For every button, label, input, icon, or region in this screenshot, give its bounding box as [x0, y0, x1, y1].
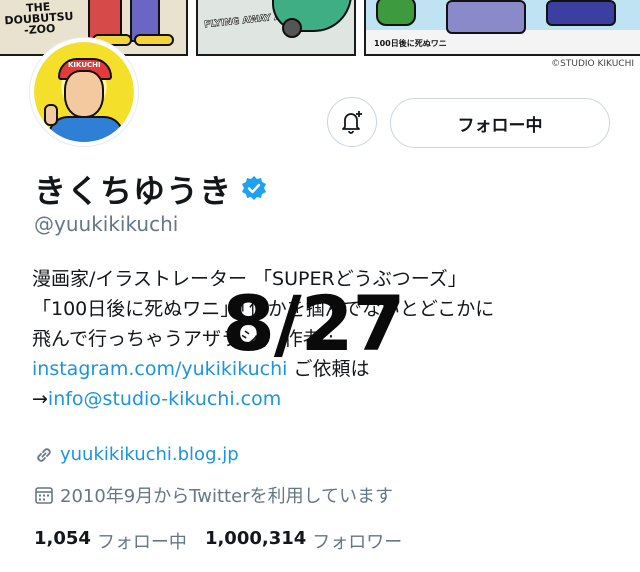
overlay-date-text: 8/27 [222, 279, 405, 368]
profile-handle: @yuukikikuchi [34, 212, 179, 236]
banner-panel-title: 100日後に死ぬワニ [374, 39, 447, 48]
avatar-cap-text: KIKUCHI [68, 61, 101, 69]
avatar-hand [44, 104, 58, 126]
followers-count: 1,000,314 [204, 528, 307, 549]
following-label: フォロー中 [96, 532, 187, 553]
avatar-shirt [48, 116, 124, 142]
avatar-face [64, 70, 104, 118]
calendar-icon [35, 487, 53, 504]
joined-text: 2010年9月からTwitterを利用しています [60, 486, 394, 507]
verified-badge-icon [242, 176, 267, 200]
email-link[interactable]: info@studio-kikuchi.com [48, 388, 281, 410]
illustration-crocodile [376, 0, 416, 26]
banner-panel-wani: 100日後に死ぬワニ [364, 0, 640, 56]
profile-stats: 1,054 フォロー中 1,000,314 フォロワー [34, 528, 420, 554]
illustration-figure [546, 0, 616, 26]
display-name: きくちゆうき [34, 172, 233, 210]
bell-plus-icon [342, 111, 362, 134]
banner-panel-azarashi: FLYING AWAY AZARASHI [196, 0, 356, 56]
illustration-shoe [134, 34, 174, 46]
notifications-button[interactable] [327, 97, 377, 147]
banner-panel-title: THE DOUBUTSU -ZOO [4, 0, 74, 38]
profile-website[interactable]: yuukikikuchi.blog.jp [34, 444, 239, 465]
banner-credit: ©STUDIO KIKUCHI [551, 59, 634, 69]
link-icon [37, 447, 51, 462]
profile-avatar[interactable]: KIKUCHI [30, 38, 138, 146]
following-count: 1,054 [34, 528, 91, 549]
bio-arrow: → [32, 388, 48, 410]
profile-joined-date: 2010年9月からTwitterを利用しています [34, 482, 393, 508]
followers-label: フォロワー [312, 532, 403, 553]
following-button[interactable]: フォロー中 [390, 98, 610, 148]
website-link[interactable]: yuukikikuchi.blog.jp [60, 444, 239, 465]
bio-line: →info@studio-kikuchi.com [32, 384, 632, 414]
profile-name-row: きくちゆうき [34, 166, 268, 212]
followers-stat[interactable]: 1,000,314 フォロワー [205, 528, 420, 554]
following-stat[interactable]: 1,054 フォロー中 [34, 528, 205, 554]
illustration-figure [446, 0, 526, 34]
illustration-wheel [282, 18, 302, 38]
